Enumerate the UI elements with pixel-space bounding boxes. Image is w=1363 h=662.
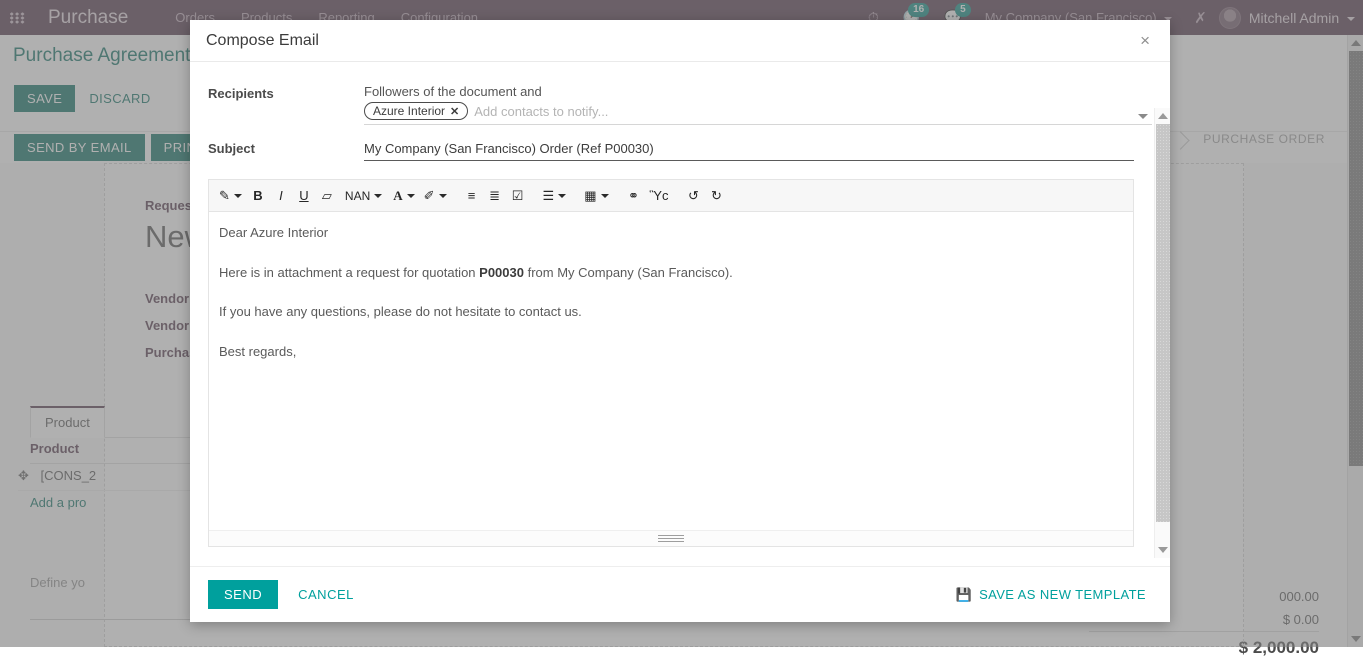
recipients-label: Recipients (208, 86, 274, 101)
style-magicwand-icon-glyph: ✎ (219, 187, 230, 203)
redo-icon-glyph: ↻ (711, 187, 722, 203)
chevron-down-icon (438, 193, 447, 198)
chevron-down-icon (600, 193, 609, 198)
subject-control (364, 139, 1152, 161)
italic-icon-glyph: I (279, 188, 283, 203)
link-icon[interactable]: ⚭ (623, 183, 645, 209)
scrollbar-thumb[interactable] (1156, 124, 1170, 522)
body-line-1: Here is in attachment a request for quot… (219, 264, 1123, 282)
redo-icon[interactable]: ↻ (705, 183, 727, 209)
editor-resize-grip[interactable] (209, 530, 1133, 546)
chevron-down-icon (558, 193, 567, 198)
chevron-down-icon (406, 193, 415, 198)
dialog-footer: SEND CANCEL 💾 SAVE AS NEW TEMPLATE (190, 566, 1170, 622)
checklist-icon-glyph: ☑ (511, 187, 524, 203)
font-color-icon[interactable]: A (389, 183, 418, 209)
grip-lines-icon (658, 535, 684, 542)
ordered-list-icon-glyph: ≣ (489, 187, 500, 203)
dialog-title: Compose Email (206, 31, 319, 49)
save-template-label: SAVE AS NEW TEMPLATE (979, 587, 1146, 602)
recipients-field-row: Recipients Followers of the document and… (208, 84, 1152, 125)
align-icon[interactable]: ☰ (539, 183, 571, 209)
table-icon-glyph: ▦ (584, 187, 597, 203)
send-button[interactable]: SEND (208, 580, 279, 609)
ordered-list-icon[interactable]: ≣ (484, 183, 506, 209)
font-color-icon-glyph: A (393, 187, 403, 203)
style-magicwand-icon[interactable]: ✎ (215, 183, 246, 209)
recipients-control: Followers of the document and Azure Inte… (364, 84, 1152, 125)
recipient-tag[interactable]: Azure Interior ✕ (364, 102, 469, 120)
scroll-up-arrow-icon[interactable] (1158, 113, 1168, 119)
background-color-icon-glyph: ✐ (423, 187, 435, 203)
background-color-icon[interactable]: ✐ (420, 183, 451, 209)
chevron-down-icon (233, 193, 242, 198)
subject-field-row: Subject (208, 139, 1152, 161)
email-editor: ✎ B I U ▱ NAN A ✐ ≡ ≣ ☑ ☰ ▦ ⚭ Ὓc ↺ ↻ Dear Azure Interior… (208, 179, 1134, 547)
undo-icon-glyph: ↺ (688, 187, 699, 203)
compose-email-dialog: Compose Email × Recipients Followers of … (190, 20, 1170, 622)
dialog-header: Compose Email × (190, 20, 1170, 62)
save-floppy-icon: 💾 (955, 586, 973, 602)
dialog-vertical-scrollbar[interactable] (1154, 108, 1170, 558)
undo-icon[interactable]: ↺ (682, 183, 704, 209)
body-line-3: Best regards, (219, 343, 297, 359)
underline-icon-glyph: U (299, 188, 309, 203)
chevron-down-icon (374, 193, 383, 198)
body-line-2: If you have any questions, please do not… (219, 304, 582, 320)
recipient-tag-label: Azure Interior (373, 104, 446, 118)
underline-icon[interactable]: U (293, 183, 315, 209)
scroll-down-arrow-icon[interactable] (1158, 547, 1168, 553)
font-size-select-glyph: NAN (344, 188, 371, 203)
link-icon-glyph: ⚭ (628, 187, 639, 203)
save-as-new-template-button[interactable]: 💾 SAVE AS NEW TEMPLATE (949, 586, 1152, 604)
remove-tag-icon[interactable]: ✕ (450, 105, 459, 118)
close-icon[interactable]: × (1134, 31, 1156, 50)
body-line-1-post: from My Company (San Francisco). (523, 264, 733, 280)
body-line-1-reference: P00030 (479, 264, 524, 280)
bold-icon-glyph: B (253, 188, 263, 203)
unordered-list-icon[interactable]: ≡ (461, 183, 483, 209)
email-body-editor[interactable]: Dear Azure Interior Here is in attachmen… (209, 212, 1133, 530)
image-icon[interactable]: Ὓc (646, 183, 673, 209)
body-greeting: Dear Azure Interior (219, 225, 329, 240)
dialog-body: Recipients Followers of the document and… (190, 62, 1170, 566)
subject-label: Subject (208, 141, 255, 156)
editor-toolbar: ✎ B I U ▱ NAN A ✐ ≡ ≣ ☑ ☰ ▦ ⚭ Ὓc ↺ ↻ (209, 180, 1133, 212)
bold-icon[interactable]: B (247, 183, 269, 209)
chevron-down-icon[interactable] (1138, 114, 1148, 119)
checklist-icon[interactable]: ☑ (507, 183, 529, 209)
italic-icon[interactable]: I (270, 183, 292, 209)
remove-format-icon[interactable]: ▱ (316, 183, 338, 209)
font-size-select[interactable]: NAN (339, 183, 388, 209)
align-icon-glyph: ☰ (542, 187, 555, 203)
followers-note: Followers of the document and (364, 84, 542, 99)
recipients-placeholder: Add contacts to notify... (474, 103, 609, 119)
subject-input[interactable] (364, 139, 1134, 161)
body-line-1-pre: Here is in attachment a request for quot… (219, 264, 480, 280)
cancel-button[interactable]: CANCEL (292, 586, 360, 603)
unordered-list-icon-glyph: ≡ (467, 188, 476, 203)
remove-format-icon-glyph: ▱ (321, 187, 332, 203)
recipients-input[interactable]: Azure Interior ✕ Add contacts to notify.… (364, 102, 1152, 125)
image-icon-glyph: Ὓc (649, 188, 669, 203)
table-icon[interactable]: ▦ (580, 183, 612, 209)
